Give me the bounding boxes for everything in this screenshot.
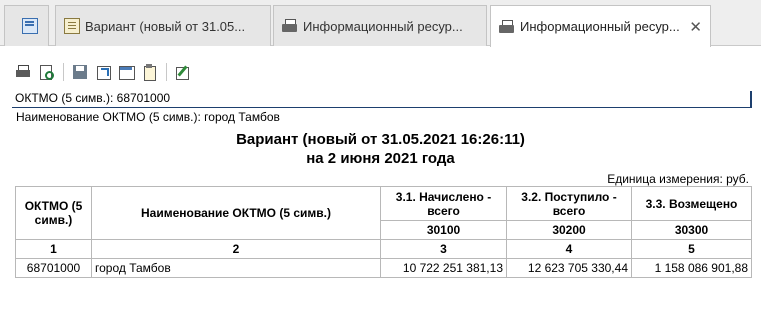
preview-icon	[38, 64, 54, 80]
header-oktmo-name: Наименование ОКТМО (5 симв.)	[91, 186, 381, 240]
oktmo-filter-text: ОКТМО (5 симв.): 68701000	[15, 91, 171, 105]
edit-icon	[175, 64, 191, 80]
report-subtitle: на 2 июня 2021 года	[306, 150, 455, 167]
print-icon	[15, 64, 31, 80]
cell-received[interactable]: 12 623 705 330,44	[506, 258, 632, 278]
home-icon	[22, 18, 38, 34]
print-button[interactable]	[12, 61, 34, 83]
header-received: 3.2. Поступило - всего	[506, 186, 632, 221]
column-number: 3	[380, 239, 507, 259]
tab-bar: Вариант (новый от 31.05... Информационны…	[0, 0, 761, 47]
table-button[interactable]	[115, 61, 137, 83]
column-number: 5	[631, 239, 752, 259]
export-icon	[95, 64, 111, 80]
document-icon	[64, 18, 80, 34]
toolbar-separator	[63, 63, 64, 81]
tab-label: Информационный ресур...	[303, 18, 463, 34]
tab-home[interactable]	[4, 5, 49, 46]
cell-refunded[interactable]: 1 158 086 901,88	[631, 258, 752, 278]
oktmo-name-filter: Наименование ОКТМО (5 симв.): город Тамб…	[16, 110, 280, 124]
print-preview-button[interactable]	[35, 61, 57, 83]
column-number: 1	[15, 239, 92, 259]
cell-oktmo-name[interactable]: город Тамбов	[91, 258, 381, 278]
tab-variant[interactable]: Вариант (новый от 31.05...	[55, 5, 271, 46]
cell-accrued[interactable]: 10 722 251 381,13	[380, 258, 507, 278]
save-icon	[72, 64, 88, 80]
code-accrued: 30100	[380, 220, 507, 240]
header-oktmo: ОКТМО (5 симв.)	[15, 186, 92, 240]
report-title: Вариант (новый от 31.05.2021 16:26:11)	[236, 131, 525, 148]
toolbar-separator	[166, 63, 167, 81]
cell-oktmo[interactable]: 68701000	[15, 258, 92, 278]
oktmo-filter-field[interactable]: ОКТМО (5 симв.): 68701000	[12, 89, 752, 108]
table-row[interactable]: 68701000 город Тамбов 10 722 251 381,13 …	[15, 258, 752, 278]
save-button[interactable]	[69, 61, 91, 83]
units-label: Единица измерения: руб.	[607, 172, 749, 186]
code-received: 30200	[506, 220, 632, 240]
column-number: 2	[91, 239, 381, 259]
table-icon	[118, 64, 135, 80]
code-refunded: 30300	[631, 220, 752, 240]
export-button[interactable]	[92, 61, 114, 83]
text-caret	[750, 91, 752, 107]
tab-label: Информационный ресур...	[520, 19, 680, 34]
header-accrued: 3.1. Начислено - всего	[380, 186, 507, 221]
clipboard-icon	[141, 64, 157, 81]
tab-info-resource-1[interactable]: Информационный ресур...	[273, 5, 487, 46]
printer-icon	[499, 19, 515, 35]
report-table: ОКТМО (5 симв.) Наименование ОКТМО (5 си…	[15, 186, 752, 278]
printer-icon	[282, 18, 298, 34]
edit-button[interactable]	[172, 61, 194, 83]
report-toolbar	[12, 60, 195, 84]
header-refunded: 3.3. Возмещено	[631, 186, 752, 221]
tab-label: Вариант (новый от 31.05...	[85, 18, 246, 34]
clipboard-button[interactable]	[138, 61, 160, 83]
column-number: 4	[506, 239, 632, 259]
tab-info-resource-2[interactable]: Информационный ресур... ✕	[490, 5, 711, 47]
close-icon[interactable]: ✕	[689, 18, 702, 36]
